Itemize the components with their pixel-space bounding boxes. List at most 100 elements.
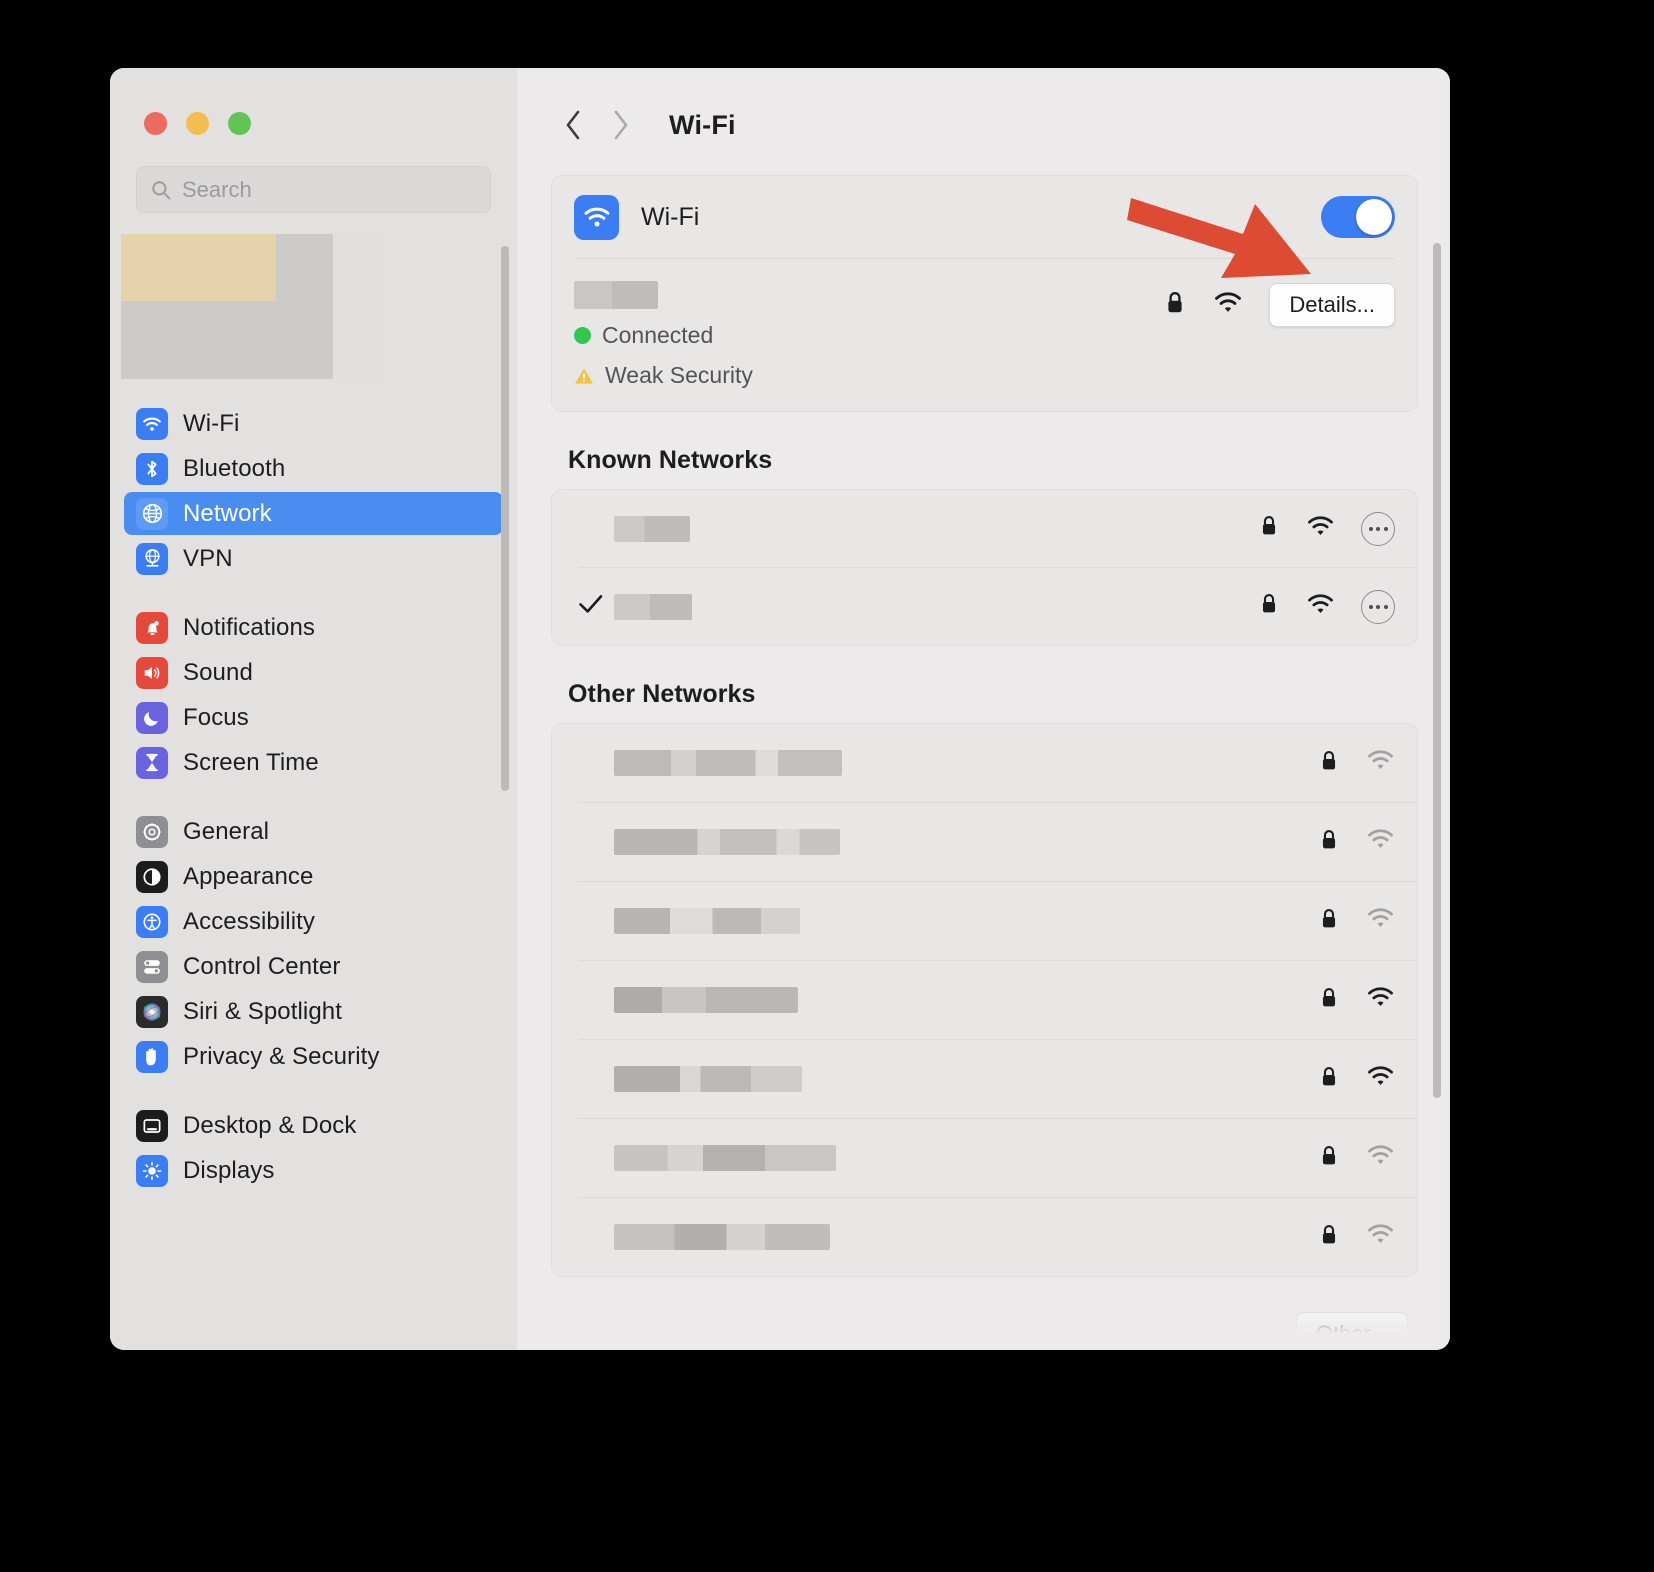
sidebar-item-label: Bluetooth bbox=[183, 454, 286, 482]
sidebar-item-screen-time[interactable]: Screen Time bbox=[124, 741, 503, 784]
sidebar-item-general[interactable]: General bbox=[124, 810, 503, 853]
wifi-icon bbox=[136, 407, 168, 440]
sidebar-item-label: Displays bbox=[183, 1156, 275, 1184]
row-icons bbox=[1258, 589, 1395, 624]
sidebar-item-desktop-dock[interactable]: Desktop & Dock bbox=[124, 1104, 503, 1147]
sidebar-item-appearance[interactable]: Appearance bbox=[124, 855, 503, 898]
wifi-signal-icon bbox=[1366, 1065, 1395, 1093]
display-icon bbox=[136, 1154, 168, 1187]
minimize-button[interactable] bbox=[186, 112, 209, 135]
sidebar-item-label: Appearance bbox=[183, 862, 314, 890]
search-container bbox=[110, 135, 517, 213]
warning-label: Weak Security bbox=[605, 362, 753, 388]
known-networks-title: Known Networks bbox=[568, 446, 773, 474]
wifi-signal-icon bbox=[1213, 291, 1243, 320]
sidebar-item-network[interactable]: Network bbox=[124, 492, 503, 535]
ssid-redacted bbox=[614, 1145, 836, 1171]
lock-icon bbox=[1318, 748, 1340, 779]
accessibility-icon bbox=[136, 905, 168, 938]
search-input[interactable] bbox=[182, 176, 476, 203]
main-panel: Wi-Fi Wi-Fi Connected Weak Security Deta… bbox=[517, 68, 1450, 1350]
sidebar-item-label: Siri & Spotlight bbox=[183, 997, 343, 1025]
sidebar-item-label: Wi-Fi bbox=[183, 409, 240, 437]
wifi-signal-icon bbox=[1366, 1144, 1395, 1172]
lock-icon bbox=[1318, 1064, 1340, 1095]
sidebar-item-bluetooth[interactable]: Bluetooth bbox=[124, 447, 503, 490]
settings-content: Wi-Fi Connected Weak Security Details...… bbox=[517, 147, 1450, 1350]
table-row[interactable] bbox=[552, 803, 1417, 881]
table-row[interactable] bbox=[552, 961, 1417, 1039]
sidebar-item-accessibility[interactable]: Accessibility bbox=[124, 900, 503, 943]
appearance-icon bbox=[136, 860, 168, 893]
sidebar-scrollbar[interactable] bbox=[501, 246, 509, 791]
main-scrollbar[interactable] bbox=[1433, 243, 1441, 1098]
ellipsis-icon[interactable] bbox=[1361, 511, 1395, 546]
sidebar-item-focus[interactable]: Focus bbox=[124, 696, 503, 739]
table-row[interactable] bbox=[552, 568, 1417, 645]
ellipsis-icon[interactable] bbox=[1361, 589, 1395, 624]
desktop-dock-icon bbox=[136, 1109, 168, 1142]
lock-icon bbox=[1318, 906, 1340, 937]
sidebar-item-displays[interactable]: Displays bbox=[124, 1149, 503, 1192]
sidebar-group-network: Wi-Fi Bluetooth Network VPN bbox=[124, 402, 503, 580]
screenshot-stage: Wi-Fi Bluetooth bbox=[0, 0, 1654, 1572]
wifi-signal-icon bbox=[1366, 907, 1395, 935]
wifi-toggle[interactable] bbox=[1321, 196, 1395, 238]
current-network-actions: Details... bbox=[1163, 277, 1395, 327]
search-field[interactable] bbox=[136, 166, 491, 213]
wifi-signal-icon bbox=[1306, 593, 1335, 621]
wifi-label: Wi-Fi bbox=[641, 202, 700, 231]
page-title: Wi-Fi bbox=[669, 109, 736, 140]
sidebar-item-control-center[interactable]: Control Center bbox=[124, 945, 503, 988]
connected-status: Connected bbox=[574, 322, 753, 349]
zoom-button[interactable] bbox=[228, 112, 251, 135]
user-profile-redacted[interactable] bbox=[121, 234, 378, 384]
sidebar-item-label: General bbox=[183, 817, 270, 845]
lock-icon bbox=[1318, 1143, 1340, 1174]
security-warning: Weak Security bbox=[574, 362, 753, 389]
toolbar: Wi-Fi bbox=[517, 68, 1450, 147]
back-button[interactable] bbox=[551, 103, 595, 147]
sidebar-item-vpn[interactable]: VPN bbox=[124, 537, 503, 580]
other-networks-title: Other Networks bbox=[568, 680, 756, 708]
table-row[interactable] bbox=[552, 1040, 1417, 1118]
wifi-signal-icon bbox=[1366, 828, 1395, 856]
sidebar-item-label: Accessibility bbox=[183, 907, 315, 935]
known-networks-card bbox=[551, 489, 1418, 646]
close-button[interactable] bbox=[144, 112, 167, 135]
details-button[interactable]: Details... bbox=[1269, 283, 1395, 327]
table-row[interactable] bbox=[552, 1119, 1417, 1197]
sidebar-item-label: Focus bbox=[183, 703, 249, 731]
table-row[interactable] bbox=[552, 490, 1417, 567]
forward-button[interactable] bbox=[599, 103, 643, 147]
sidebar-item-sound[interactable]: Sound bbox=[124, 651, 503, 694]
sidebar-item-wifi[interactable]: Wi-Fi bbox=[124, 402, 503, 445]
ssid-redacted bbox=[614, 750, 842, 776]
table-row[interactable] bbox=[552, 882, 1417, 960]
wifi-toggle-row: Wi-Fi bbox=[552, 176, 1417, 258]
sidebar-item-label: Privacy & Security bbox=[183, 1042, 380, 1070]
lock-icon bbox=[1163, 289, 1187, 322]
sidebar-item-label: Sound bbox=[183, 658, 253, 686]
sidebar-item-label: VPN bbox=[183, 544, 233, 572]
wifi-signal-icon bbox=[1306, 515, 1335, 543]
bell-icon bbox=[136, 611, 168, 644]
sidebar-item-privacy-security[interactable]: Privacy & Security bbox=[124, 1035, 503, 1078]
sidebar-item-notifications[interactable]: Notifications bbox=[124, 606, 503, 649]
wifi-signal-icon bbox=[1366, 1223, 1395, 1251]
current-ssid-redacted bbox=[574, 281, 658, 309]
ssid-redacted bbox=[614, 1224, 830, 1250]
lock-icon bbox=[1318, 985, 1340, 1016]
vpn-icon bbox=[136, 542, 168, 575]
sidebar-item-siri-spotlight[interactable]: Siri & Spotlight bbox=[124, 990, 503, 1033]
table-row[interactable] bbox=[552, 1198, 1417, 1276]
table-row[interactable] bbox=[552, 724, 1417, 802]
ssid-redacted bbox=[614, 908, 800, 934]
hourglass-icon bbox=[136, 746, 168, 779]
sidebar-item-label: Desktop & Dock bbox=[183, 1111, 357, 1139]
other-network-button[interactable]: Other... bbox=[1295, 1312, 1408, 1350]
wifi-signal-icon bbox=[1366, 749, 1395, 777]
status-label: Connected bbox=[602, 322, 714, 348]
other-networks-card bbox=[551, 723, 1418, 1277]
lock-icon bbox=[1258, 513, 1280, 544]
